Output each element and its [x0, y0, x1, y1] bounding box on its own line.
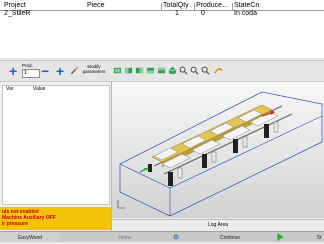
log-area-label: Log Area — [207, 222, 229, 228]
modify-parameters-button[interactable]: Modify parameters — [80, 64, 108, 74]
cell-project: 2_StileR — [4, 10, 31, 17]
plus-icon[interactable]: + — [9, 64, 17, 78]
plus-icon[interactable]: + — [56, 64, 64, 78]
gear-icon[interactable] — [172, 233, 180, 241]
message-box: uis not enabled Machine Auxiliary OFF ir… — [0, 207, 111, 230]
cell-state: In coda — [234, 10, 257, 17]
wrench-icon[interactable] — [70, 66, 79, 75]
job-table: Project Piece TotalQty Produce... StateC… — [0, 0, 324, 58]
toolbar: + Prod. 1 − + Modify parameters — [0, 60, 324, 82]
view-left-icon[interactable] — [135, 66, 144, 75]
left-panel: Var Value uis not enabled Machine Auxili… — [0, 82, 112, 241]
view-right-icon[interactable] — [146, 66, 155, 75]
play-icon[interactable] — [276, 233, 285, 241]
view-top-icon[interactable] — [157, 66, 166, 75]
col-header-produced[interactable]: Produce... — [196, 2, 228, 10]
col-header-totalqty[interactable]: TotalQty — [163, 2, 189, 10]
zoom-out-icon[interactable] — [190, 66, 199, 75]
prod-label: Prod. — [22, 63, 33, 68]
zoom-fit-icon[interactable] — [201, 66, 210, 75]
cell-produced: 0 — [201, 10, 205, 17]
message-line: ir pressure — [2, 221, 28, 227]
col-header-piece[interactable]: Piece — [87, 2, 105, 10]
table-row[interactable]: 2_StileR 1 0 In coda — [0, 10, 324, 18]
view-back-icon[interactable] — [124, 66, 133, 75]
zoom-in-icon[interactable] — [179, 66, 188, 75]
prod-input[interactable]: 1 — [22, 69, 40, 78]
bottom-bar: EasyWood Home Continue St — [0, 231, 324, 242]
measure-icon[interactable] — [214, 66, 223, 75]
minus-icon[interactable]: − — [41, 64, 49, 78]
3d-viewport[interactable] — [112, 82, 324, 218]
var-column-header[interactable]: Var — [6, 86, 13, 93]
view-iso-icon[interactable] — [168, 66, 177, 75]
machine-3d-model — [117, 91, 323, 217]
variables-grid-header: Var Value — [3, 86, 109, 93]
col-header-project[interactable]: Project — [4, 2, 26, 10]
col-header-state[interactable]: StateCn — [234, 2, 259, 10]
view-front-icon[interactable] — [113, 66, 122, 75]
cell-totalqty: 1 — [175, 10, 179, 17]
value-column-header[interactable]: Value — [33, 86, 45, 93]
variables-grid[interactable]: Var Value — [2, 85, 110, 205]
